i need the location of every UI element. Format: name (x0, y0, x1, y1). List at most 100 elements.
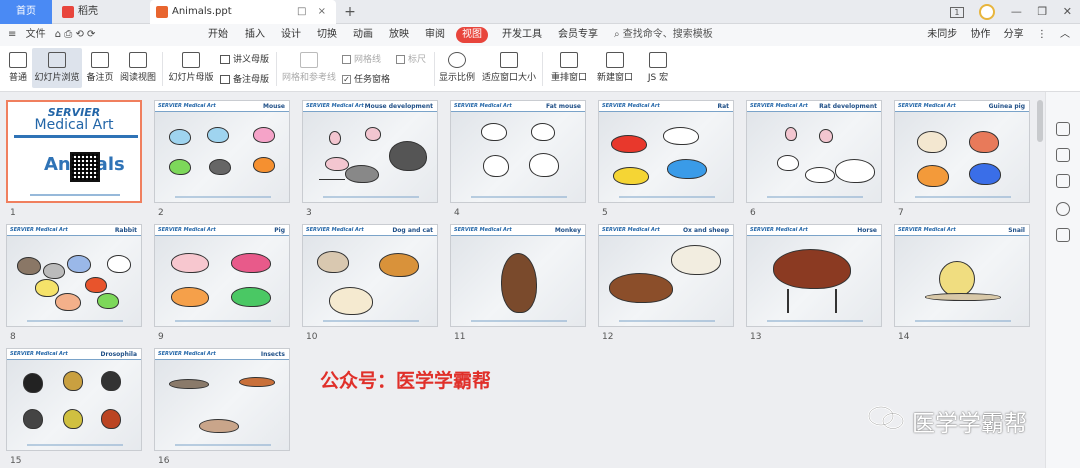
tab-docer[interactable]: 稻壳 (56, 0, 146, 24)
slide-thumbnail-1[interactable]: SERVIER Medical Art Animals (6, 100, 142, 203)
collapse-ribbon-icon[interactable]: ︿ (1060, 29, 1070, 40)
task-pane-checkbox[interactable]: ✓ 任务窗格 (342, 72, 390, 85)
restore-button[interactable]: ❐ (1037, 0, 1047, 24)
dog-icon (317, 251, 349, 273)
mouse-pup-icon (365, 127, 381, 141)
slide-header: SERVIER Medical Art Rabbit (7, 225, 141, 236)
notes-page-button[interactable]: 备注页 (84, 48, 116, 88)
slide-thumbnail-13[interactable]: SERVIER Medical Art Horse (746, 224, 882, 327)
slide-thumbnail-7[interactable]: SERVIER Medical Art Guinea pig (894, 100, 1030, 203)
slide-sorter-button[interactable]: 幻灯片浏览 (32, 48, 82, 88)
slide-number: 13 (750, 332, 762, 342)
star-icon[interactable] (1056, 148, 1070, 162)
slide-thumbnail-11[interactable]: SERVIER Medical Art Monkey (450, 224, 586, 327)
rat-icon (667, 159, 707, 179)
search-box[interactable]: ⌕ 查找命令、搜索模板 (614, 24, 713, 46)
slide-header: SERVIER Medical Art Dog and cat (303, 225, 437, 236)
share-button[interactable]: 分享 (1004, 29, 1024, 40)
slide-thumbnail-9[interactable]: SERVIER Medical Art Pig (154, 224, 290, 327)
normal-view-button[interactable]: 普通 (4, 48, 32, 88)
slide-thumbnail-6[interactable]: SERVIER Medical Art Rat development (746, 100, 882, 203)
slide-thumbnail-4[interactable]: SERVIER Medical Art Fat mouse (450, 100, 586, 203)
slide-thumbnail-16[interactable]: SERVIER Medical Art Insects (154, 348, 290, 451)
avatar[interactable] (979, 4, 996, 20)
slide-title: Mouse development (364, 103, 433, 110)
mouse-icon (481, 123, 507, 141)
slide-thumbnail-15[interactable]: SERVIER Medical Art Drosophila (6, 348, 142, 451)
grid-guides-button[interactable]: 网格和参考线 (280, 48, 338, 88)
gridlines-checkbox[interactable]: 网格线 (342, 52, 381, 65)
slide-header: SERVIER Medical Art Mouse (155, 101, 289, 112)
search-input[interactable]: 查找命令、搜索模板 (623, 29, 713, 40)
new-window-button[interactable]: 新建窗口 (594, 48, 636, 88)
tab-view[interactable]: 视图 (456, 27, 488, 43)
rabbit-icon (67, 255, 91, 273)
window-count-icon[interactable]: 1 (949, 6, 964, 18)
fit-window-button[interactable]: 适应窗口大小 (480, 48, 538, 88)
slide-brand: SERVIER Medical Art (306, 227, 364, 233)
slide-title: Fat mouse (545, 103, 581, 110)
slide-master-button[interactable]: 幻灯片母版 (166, 48, 216, 88)
hamburger-icon[interactable]: ≡ (8, 29, 16, 40)
tail (319, 179, 345, 180)
reading-view-button[interactable]: 阅读视图 (118, 48, 158, 88)
handout-master-button[interactable]: 讲义母版 (220, 52, 269, 65)
slide-thumbnail-14[interactable]: SERVIER Medical Art Snail (894, 224, 1030, 327)
tab-insert[interactable]: 插入 (245, 24, 265, 46)
slide-number: 5 (602, 208, 608, 218)
zoom-button[interactable]: 显示比例 (438, 48, 476, 88)
task-pane-check-icon: ✓ (342, 75, 351, 84)
tab-design[interactable]: 设计 (281, 24, 301, 46)
tab-animation[interactable]: 动画 (353, 24, 373, 46)
more-icon[interactable]: ⋮ (1037, 29, 1047, 40)
slide-thumbnail-3[interactable]: SERVIER Medical Art Mouse development (302, 100, 438, 203)
ppt-logo-icon (156, 6, 168, 18)
tab-slideshow[interactable]: 放映 (389, 24, 409, 46)
slide-thumbnail-8[interactable]: SERVIER Medical Art Rabbit (6, 224, 142, 327)
properties-icon[interactable] (1056, 122, 1070, 136)
transition-icon[interactable] (1056, 174, 1070, 188)
arrange-window-button[interactable]: 重排窗口 (546, 48, 592, 88)
slide-thumbnail-2[interactable]: SERVIER Medical Art Mouse (154, 100, 290, 203)
slide-thumbnail-5[interactable]: SERVIER Medical Art Rat (598, 100, 734, 203)
pig-icon (171, 253, 209, 273)
tab-review[interactable]: 审阅 (425, 24, 445, 46)
file-menu[interactable]: 文件 (26, 29, 46, 40)
ruler-checkbox[interactable]: 标尺 (396, 52, 426, 65)
tab-start[interactable]: 开始 (208, 24, 228, 46)
rat-icon (613, 167, 649, 185)
mouse-juvenile-icon (345, 165, 379, 183)
notes-master-button[interactable]: 备注母版 (220, 72, 269, 85)
fat-mouse-icon (483, 155, 509, 177)
bug-icon (199, 419, 239, 433)
tab-document[interactable]: Animals.ppt □ × (150, 0, 336, 24)
slide-footer (27, 320, 123, 322)
sheep-icon (671, 245, 721, 275)
quick-access-icons[interactable]: ⌂ ⎙ ⟲ ⟳ (55, 29, 96, 40)
normal-view-icon (9, 52, 27, 68)
tab-transition[interactable]: 切换 (317, 24, 337, 46)
title-slide-footer (30, 194, 120, 196)
scroll-thumb[interactable] (1037, 100, 1043, 142)
slide-thumbnail-12[interactable]: SERVIER Medical Art Ox and sheep (598, 224, 734, 327)
tab-close-icon[interactable]: □ × (297, 0, 330, 24)
slide-header: SERVIER Medical Art Horse (747, 225, 881, 236)
slide-thumbnail-10[interactable]: SERVIER Medical Art Dog and cat (302, 224, 438, 327)
tab-member[interactable]: 会员专享 (558, 24, 598, 46)
help-icon[interactable] (1056, 202, 1070, 216)
mouse-icon (531, 123, 555, 141)
tab-developer[interactable]: 开发工具 (502, 24, 542, 46)
scrollbar[interactable] (1037, 100, 1043, 460)
new-tab-button[interactable]: + (340, 0, 360, 24)
settings-icon[interactable] (1056, 228, 1070, 242)
slide-number: 4 (454, 208, 460, 218)
slide-brand: SERVIER Medical Art (10, 351, 68, 357)
slide-brand: SERVIER Medical Art (158, 227, 216, 233)
slide-title: Monkey (554, 227, 581, 234)
js-macro-button[interactable]: JS 宏 (640, 48, 676, 88)
collaborate-button[interactable]: 协作 (970, 29, 990, 40)
minimize-button[interactable]: — (1011, 0, 1022, 24)
tab-home[interactable]: 首页 (0, 0, 52, 24)
close-button[interactable]: ✕ (1063, 0, 1072, 24)
sync-status[interactable]: 未同步 (927, 29, 957, 40)
